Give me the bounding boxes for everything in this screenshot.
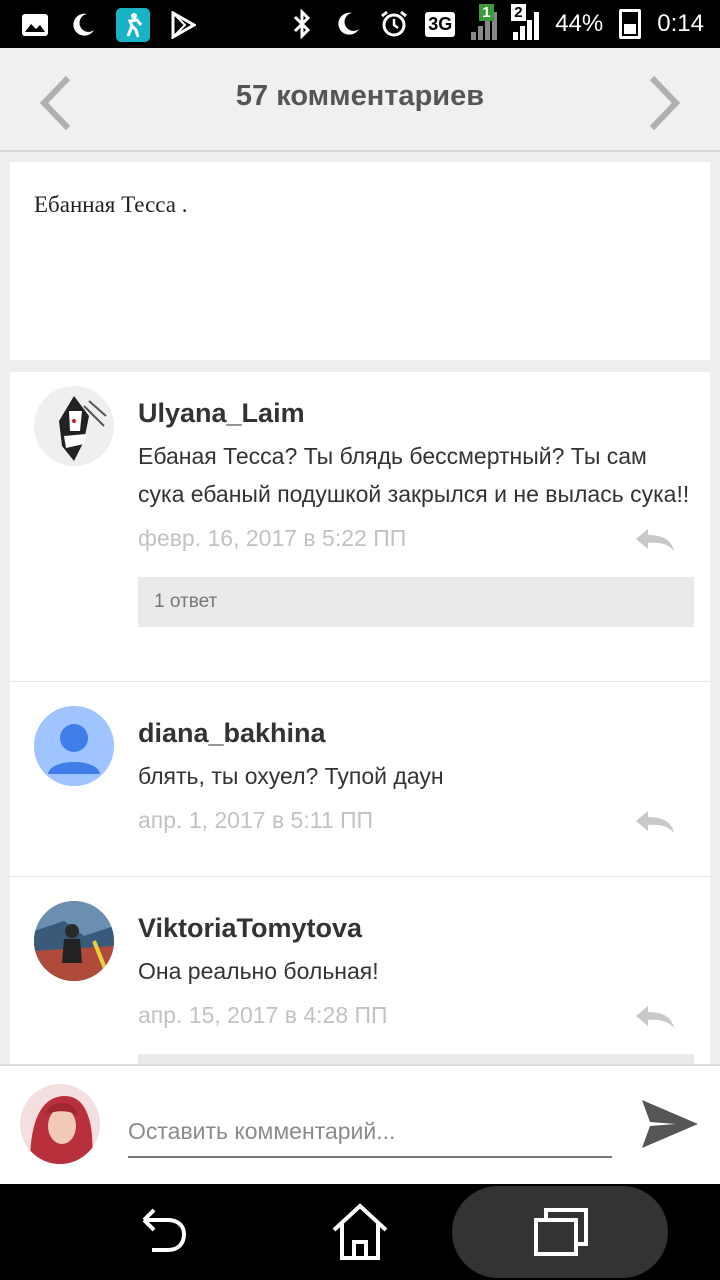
reply-icon[interactable]	[632, 807, 678, 835]
comment-item: Ulyana_Laim Ебаная Тесса? Ты блядь бессм…	[10, 372, 710, 682]
post-card: Ебанная Тесса .	[10, 162, 710, 360]
battery-icon	[619, 9, 642, 39]
navigation-bar	[0, 1184, 720, 1280]
sim-badge: 1	[479, 4, 494, 21]
gallery-icon	[20, 10, 50, 40]
comment-date: апр. 1, 2017 в 5:11 ПП	[138, 807, 374, 833]
comments-header: 57 комментариев	[0, 48, 720, 152]
comment-text: Она реально больная!	[138, 958, 379, 984]
signal-icon: 2	[511, 4, 540, 40]
play-store-icon	[168, 10, 198, 40]
post-text: Ебанная Тесса .	[34, 192, 188, 217]
avatar[interactable]	[34, 901, 114, 981]
replies-button[interactable]	[138, 1054, 694, 1064]
network-3g-badge: 3G	[425, 11, 456, 37]
alarm-icon	[379, 9, 409, 39]
bluetooth-icon	[287, 9, 317, 39]
comment-list: Ulyana_Laim Ебаная Тесса? Ты блядь бессм…	[10, 372, 710, 1064]
comment-composer	[0, 1064, 720, 1184]
comment-date: февр. 16, 2017 в 5:22 ПП	[138, 525, 407, 551]
comment-username[interactable]: diana_bakhina	[138, 718, 690, 749]
signal-icon: 1	[471, 4, 498, 40]
back-icon[interactable]	[130, 1202, 190, 1262]
moon-icon	[333, 9, 363, 39]
current-user-avatar	[20, 1084, 100, 1164]
avatar[interactable]	[34, 386, 114, 466]
replies-button[interactable]: 1 ответ	[138, 577, 694, 627]
comment-username[interactable]: ViktoriaTomytova	[138, 913, 690, 944]
comment-input[interactable]	[128, 1106, 612, 1158]
home-icon[interactable]	[330, 1202, 390, 1262]
recent-apps-icon[interactable]	[530, 1202, 590, 1262]
sim-badge: 2	[511, 4, 526, 21]
comment-username[interactable]: Ulyana_Laim	[138, 398, 690, 429]
clock: 0:14	[657, 10, 704, 37]
send-icon[interactable]	[640, 1096, 700, 1152]
reply-icon[interactable]	[632, 525, 678, 553]
moon-icon	[68, 10, 98, 40]
reply-icon[interactable]	[632, 1002, 678, 1030]
comment-text: блять, ты охуел? Тупой даун	[138, 763, 444, 789]
comment-date: апр. 15, 2017 в 4:28 ПП	[138, 1002, 388, 1028]
page-title: 57 комментариев	[235, 80, 485, 112]
app-icon	[116, 8, 150, 42]
status-bar: 3G 1 2 44% 0:14	[0, 0, 720, 48]
chevron-right-icon[interactable]	[644, 74, 684, 132]
comment-text: Ебаная Тесса? Ты блядь бессмертный? Ты с…	[138, 443, 690, 507]
avatar[interactable]	[34, 706, 114, 786]
comment-item: diana_bakhina блять, ты охуел? Тупой дау…	[10, 682, 710, 877]
battery-percent: 44%	[555, 10, 604, 37]
comment-item: ViktoriaTomytova Она реально больная! ап…	[10, 877, 710, 1064]
